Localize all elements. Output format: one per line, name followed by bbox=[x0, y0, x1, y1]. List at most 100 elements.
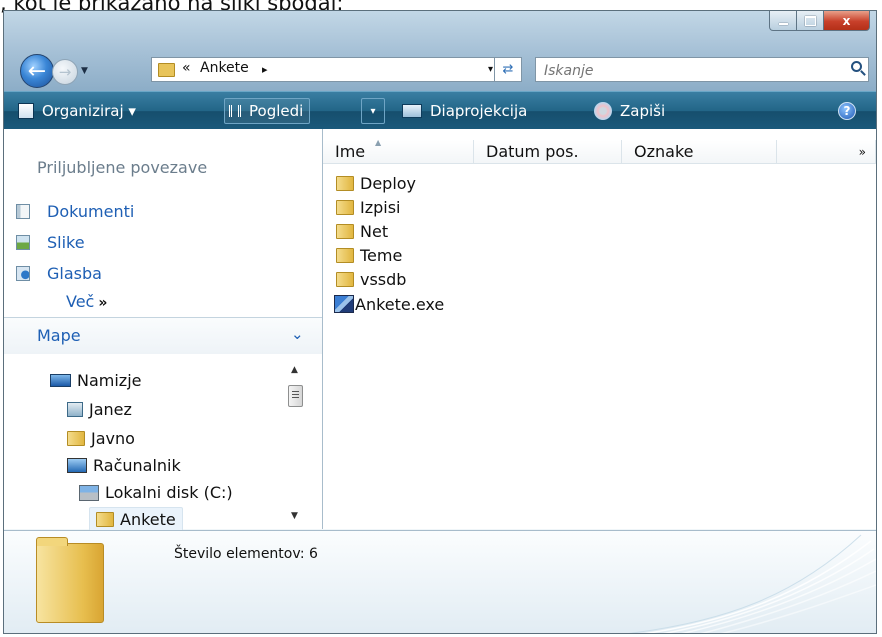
disc-icon bbox=[594, 102, 612, 120]
favorites-title: Priljubljene povezave bbox=[37, 158, 208, 177]
address-bar[interactable]: « Ankete ▸ ▾ bbox=[151, 57, 514, 82]
decorative-swoosh-icon bbox=[628, 534, 876, 633]
burn-label: Zapiši bbox=[620, 102, 666, 120]
search-box[interactable] bbox=[535, 57, 869, 82]
more-links[interactable]: Več» bbox=[66, 292, 107, 311]
documents-icon bbox=[16, 203, 30, 219]
column-header-name[interactable]: ▲ Ime bbox=[323, 138, 474, 164]
favorite-glasba[interactable]: Glasba bbox=[16, 262, 102, 284]
tree-item-label: Namizje bbox=[77, 371, 142, 390]
disk-icon bbox=[79, 484, 99, 501]
caption-buttons: x bbox=[769, 11, 870, 31]
user-folder-icon bbox=[67, 402, 83, 417]
breadcrumb-separator-icon[interactable]: ▸ bbox=[262, 63, 268, 76]
scroll-down-arrow-icon[interactable]: ▼ bbox=[291, 511, 298, 521]
tree-item-label: Ankete bbox=[120, 510, 176, 529]
minimize-icon bbox=[778, 23, 788, 25]
more-label: Več bbox=[66, 292, 95, 311]
folders-title: Mape bbox=[37, 326, 81, 345]
explorer-window: x ← → ▼ « Ankete ▸ ▾ ⇄ Organiziraj ▾ Pog… bbox=[3, 10, 877, 634]
tree-item-ankete-selected[interactable]: Ankete bbox=[89, 507, 183, 532]
details-pane: Število elementov: 6 bbox=[4, 530, 876, 633]
maximize-icon bbox=[804, 15, 816, 26]
organize-icon bbox=[18, 103, 34, 119]
column-header-label: Datum pos. bbox=[486, 142, 579, 161]
tree-item-racunalnik[interactable]: Računalnik bbox=[67, 454, 181, 477]
more-columns-chevron-icon[interactable]: » bbox=[859, 145, 866, 159]
address-overflow-chevron[interactable]: « bbox=[182, 60, 191, 76]
file-item-label: Teme bbox=[360, 245, 403, 265]
forward-button[interactable]: → bbox=[52, 59, 78, 85]
tree-item-label: Računalnik bbox=[93, 456, 181, 475]
back-arrow-icon: ← bbox=[27, 58, 47, 84]
desktop-icon bbox=[50, 374, 71, 387]
favorite-label: Slike bbox=[47, 232, 85, 252]
file-list-pane: ▲ Ime Datum pos. Oznake » Deploy Izpisi … bbox=[323, 129, 876, 529]
minimize-button[interactable] bbox=[769, 11, 797, 31]
tree-item-namizje[interactable]: Namizje bbox=[50, 369, 142, 392]
favorite-slike[interactable]: Slike bbox=[16, 231, 85, 253]
column-header-date[interactable]: Datum pos. bbox=[474, 140, 622, 164]
organize-label: Organiziraj ▾ bbox=[42, 102, 136, 120]
search-icon[interactable] bbox=[851, 61, 862, 72]
column-header-label: Ime bbox=[335, 142, 366, 161]
maximize-button[interactable] bbox=[797, 11, 824, 31]
chevron-down-icon[interactable]: ⌄ bbox=[291, 325, 304, 343]
file-item-vssdb[interactable]: vssdb bbox=[336, 268, 406, 290]
column-header-label: Oznake bbox=[634, 142, 694, 161]
favorite-label: Glasba bbox=[47, 263, 102, 283]
favorite-dokumenti[interactable]: Dokumenti bbox=[16, 200, 134, 222]
folder-icon bbox=[336, 271, 354, 287]
folders-header[interactable]: Mape ⌄ bbox=[4, 317, 322, 354]
sort-arrow-icon: ▲ bbox=[375, 138, 382, 147]
tree-item-javno[interactable]: Javno bbox=[67, 427, 135, 450]
folder-icon bbox=[67, 431, 85, 446]
file-item-label: Net bbox=[360, 221, 389, 241]
exe-icon bbox=[334, 295, 354, 313]
burn-button[interactable]: Zapiši bbox=[594, 100, 665, 122]
column-header-tags[interactable]: Oznake bbox=[622, 140, 777, 164]
tree-scrollbar[interactable]: ▲ ▼ bbox=[287, 365, 304, 529]
file-item-ankete-exe[interactable]: Ankete.exe bbox=[334, 293, 444, 315]
tree-item-lokalni-disk[interactable]: Lokalni disk (C:) bbox=[79, 481, 233, 504]
views-icon bbox=[229, 105, 241, 117]
slideshow-button[interactable]: Diaprojekcija bbox=[402, 100, 527, 122]
folder-icon bbox=[336, 223, 354, 239]
navigation-pane: Priljubljene povezave Dokumenti Slike Gl… bbox=[4, 129, 323, 532]
file-item-net[interactable]: Net bbox=[336, 220, 388, 242]
folder-icon bbox=[336, 199, 354, 215]
scroll-thumb[interactable] bbox=[288, 385, 303, 407]
back-button[interactable]: ← bbox=[20, 54, 54, 88]
file-item-teme[interactable]: Teme bbox=[336, 244, 402, 266]
organize-button[interactable]: Organiziraj ▾ bbox=[18, 100, 136, 122]
item-count: Število elementov: 6 bbox=[174, 546, 318, 562]
favorite-label: Dokumenti bbox=[47, 201, 135, 221]
search-input[interactable] bbox=[542, 59, 826, 82]
file-item-deploy[interactable]: Deploy bbox=[336, 172, 416, 194]
file-item-label: vssdb bbox=[360, 269, 407, 289]
tree-item-label: Lokalni disk (C:) bbox=[105, 483, 233, 502]
pictures-icon bbox=[16, 234, 30, 250]
views-dropdown[interactable]: ▾ bbox=[361, 98, 385, 124]
folder-icon bbox=[336, 247, 354, 263]
tree-item-janez[interactable]: Janez bbox=[67, 398, 132, 421]
folder-icon bbox=[158, 63, 175, 77]
scroll-up-arrow-icon[interactable]: ▲ bbox=[291, 365, 298, 375]
close-icon: x bbox=[842, 13, 851, 28]
address-dropdown-icon[interactable]: ▾ bbox=[488, 64, 493, 75]
recent-pages-dropdown[interactable]: ▼ bbox=[81, 66, 88, 76]
file-item-label: Izpisi bbox=[360, 197, 401, 217]
tree-item-label: Javno bbox=[91, 429, 135, 448]
computer-icon bbox=[67, 458, 87, 473]
title-bar: x ← → ▼ « Ankete ▸ ▾ ⇄ bbox=[4, 11, 876, 91]
views-button[interactable]: Pogledi bbox=[224, 98, 311, 124]
help-button[interactable]: ? bbox=[838, 102, 856, 120]
breadcrumb-ankete[interactable]: Ankete bbox=[200, 60, 249, 76]
refresh-icon: ⇄ bbox=[502, 62, 514, 77]
forward-arrow-icon: → bbox=[58, 63, 72, 81]
file-item-izpisi[interactable]: Izpisi bbox=[336, 196, 401, 218]
folder-icon bbox=[96, 512, 114, 527]
refresh-button[interactable]: ⇄ bbox=[494, 57, 522, 82]
close-button[interactable]: x bbox=[824, 11, 870, 31]
slideshow-icon bbox=[402, 104, 422, 118]
